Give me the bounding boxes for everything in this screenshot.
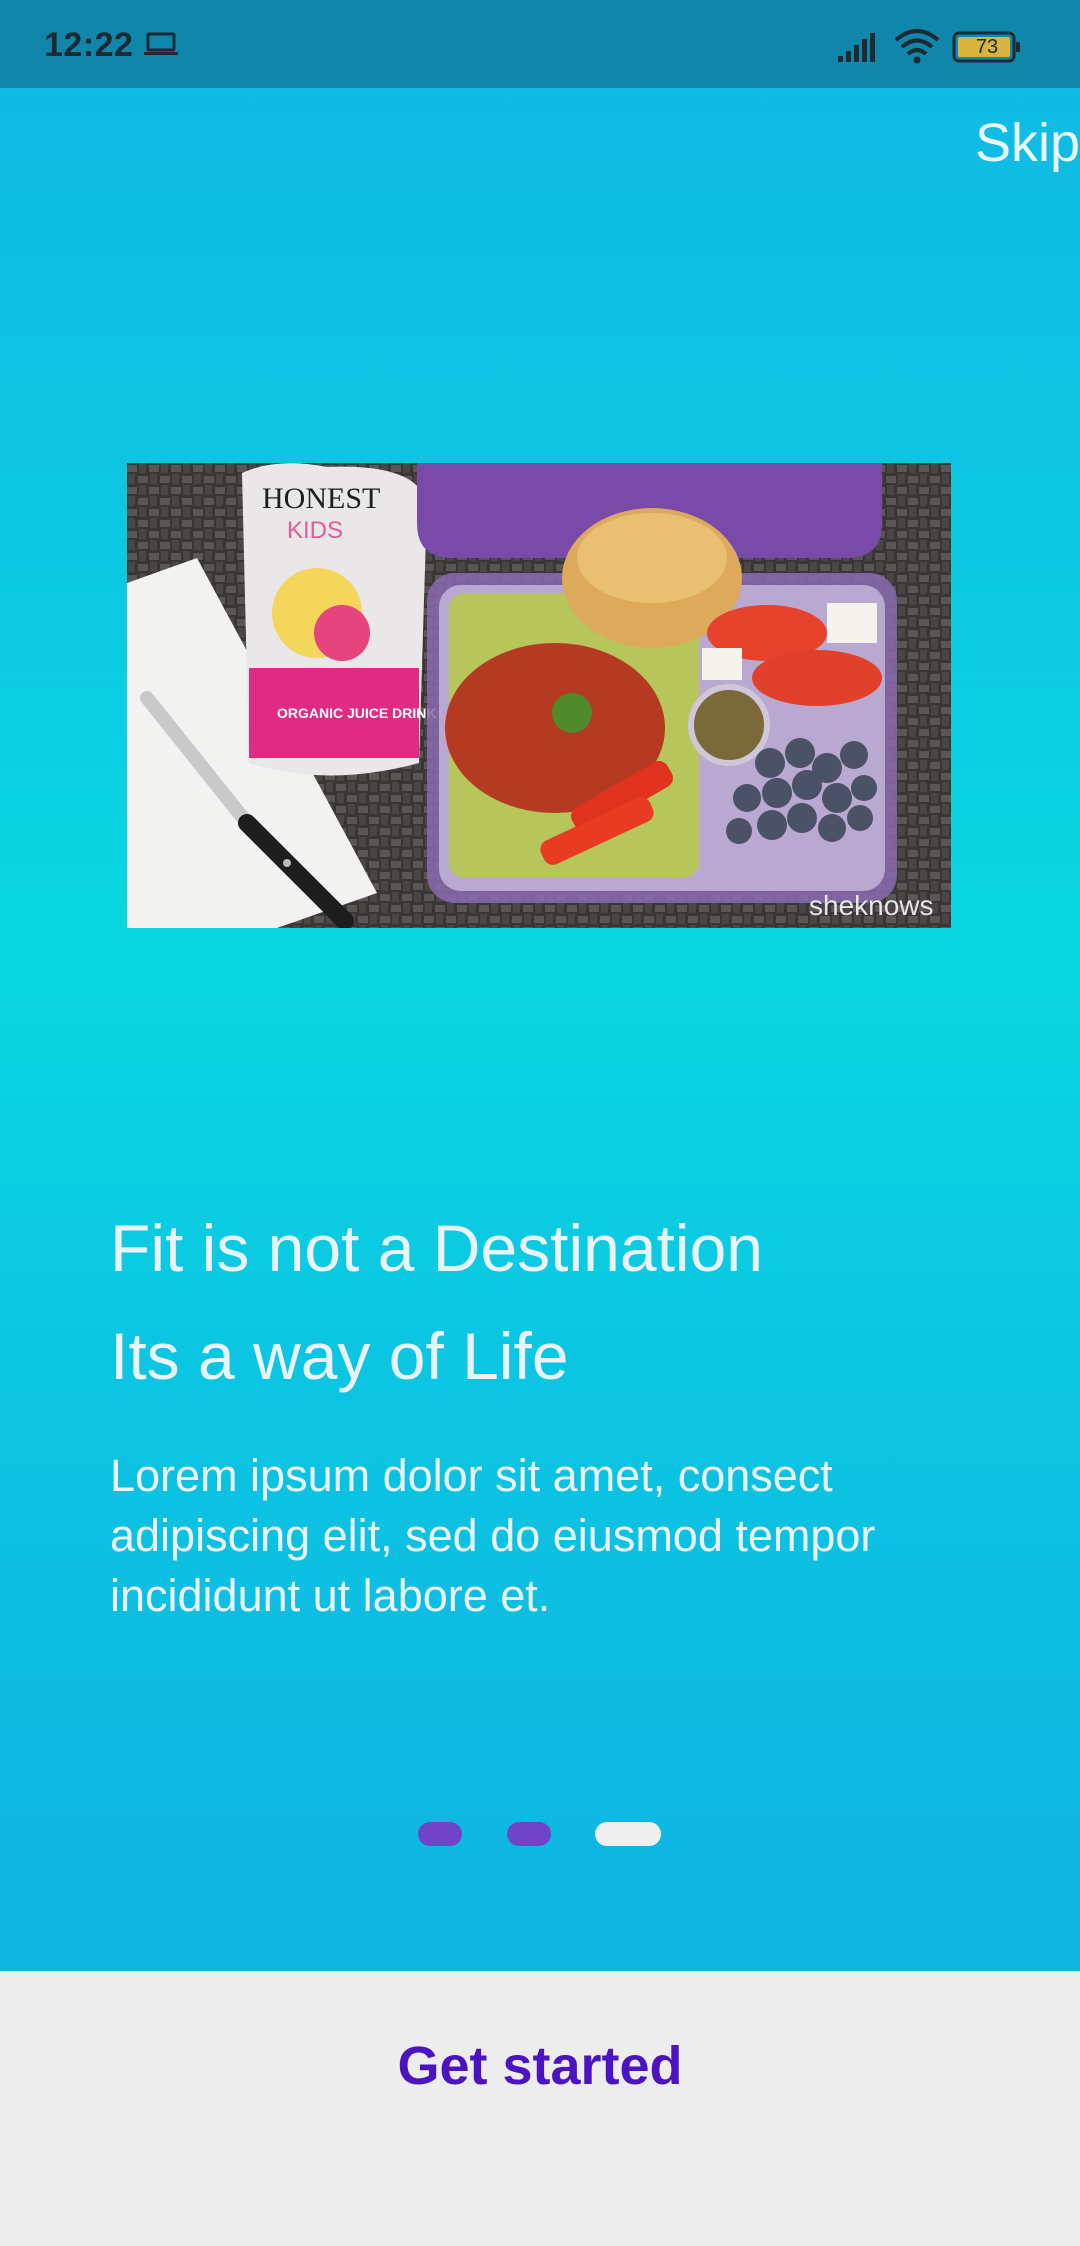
laptop-icon xyxy=(144,32,178,55)
body-text: Lorem ipsum dolor sit amet, consect adip… xyxy=(110,1450,876,1621)
signal-icon xyxy=(838,33,875,62)
bottom-bar: Get started xyxy=(0,1971,1080,2246)
lunchbox-illustration: HONEST KIDS ORGANIC JUICE DRINK sheknows xyxy=(127,463,951,928)
hero-image: HONEST KIDS ORGANIC JUICE DRINK sheknows xyxy=(127,463,951,928)
onboarding-screen: 12:22 73 Skip HONEST KIDS ORGANIC JUICE … xyxy=(0,0,1080,2246)
pouch-brand-sub: KIDS xyxy=(287,517,343,544)
get-started-button[interactable]: Get started xyxy=(0,2035,1080,2097)
image-watermark: sheknows xyxy=(809,890,934,921)
wifi-icon xyxy=(894,29,940,64)
page-indicator xyxy=(0,1822,1080,1846)
status-bar: 12:22 73 xyxy=(0,0,1080,88)
headline-line-1: Fit is not a Destination xyxy=(110,1211,763,1285)
page-dot-3[interactable] xyxy=(595,1822,661,1846)
page-dot-2[interactable] xyxy=(507,1822,551,1846)
page-dot-1[interactable] xyxy=(418,1822,462,1846)
pouch-label: ORGANIC JUICE DRINK xyxy=(277,705,436,721)
pouch-brand: HONEST xyxy=(262,482,380,515)
headline-line-2: Its a way of Life xyxy=(110,1319,569,1393)
status-time: 12:22 xyxy=(44,26,134,64)
skip-button[interactable]: Skip xyxy=(975,112,1080,174)
battery-level: 73 xyxy=(975,36,999,58)
